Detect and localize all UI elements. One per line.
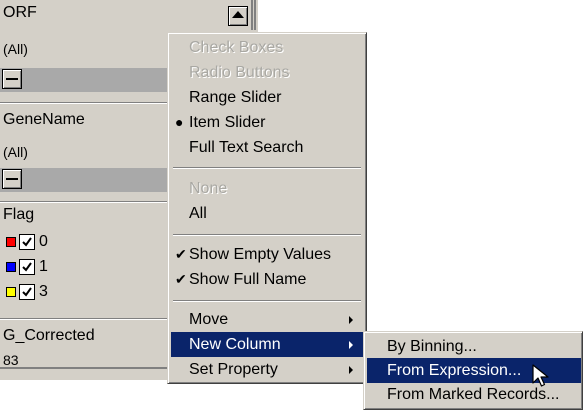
menu-item-range-slider[interactable]: Range Slider xyxy=(171,85,363,110)
menu-item-label: Check Boxes xyxy=(189,39,284,56)
menu-item-label: Set Property xyxy=(189,361,278,378)
checkmark-icon xyxy=(22,237,32,247)
menu-item-show-empty-values[interactable]: ✔ Show Empty Values xyxy=(171,242,363,267)
menu-separator xyxy=(173,300,361,302)
color-swatch xyxy=(6,262,16,272)
slider-thumb[interactable] xyxy=(2,69,22,89)
scroll-up-button[interactable] xyxy=(228,6,248,26)
menu-item-label: Move xyxy=(189,311,229,328)
orf-value: (All) xyxy=(3,41,28,57)
new-column-submenu: By Binning... From Expression... From Ma… xyxy=(363,331,583,410)
menu-item-label: Range Slider xyxy=(189,89,282,106)
g-corrected-label: G_Corrected xyxy=(3,327,95,344)
radio-bullet-icon: ● xyxy=(175,114,184,130)
menu-separator xyxy=(173,234,361,236)
flag-value: 3 xyxy=(39,283,48,300)
menu-item-label: None xyxy=(189,180,228,197)
color-swatch xyxy=(6,237,16,247)
checkbox[interactable] xyxy=(19,259,35,275)
g-corrected-min: 83 xyxy=(3,352,19,366)
checkmark-icon xyxy=(22,262,32,272)
color-swatch xyxy=(6,287,16,297)
menu-item-label: Show Full Name xyxy=(189,271,307,288)
checkbox[interactable] xyxy=(19,284,35,300)
mouse-cursor-icon xyxy=(532,364,549,387)
menu-item-new-column[interactable]: New Column xyxy=(171,332,363,357)
checkbox[interactable] xyxy=(19,234,35,250)
menu-item-label: All xyxy=(189,205,207,222)
menu-item-all[interactable]: All xyxy=(171,201,363,226)
panel-scroll-edge xyxy=(254,0,256,30)
menu-item-label: New Column xyxy=(189,336,281,353)
menu-item-item-slider[interactable]: ● Item Slider xyxy=(171,110,363,135)
submenu-arrow-icon xyxy=(349,366,353,374)
menu-item-none[interactable]: None xyxy=(171,176,363,201)
genename-label: GeneName xyxy=(3,111,85,128)
menu-item-label: Show Empty Values xyxy=(189,246,331,263)
panel-scroll-edge xyxy=(251,0,253,30)
menu-item-label: Full Text Search xyxy=(189,139,304,156)
menu-item-show-full-name[interactable]: ✔ Show Full Name xyxy=(171,267,363,292)
checkmark-icon xyxy=(22,287,32,297)
menu-item-label: Radio Buttons xyxy=(189,64,290,81)
flag-label: Flag xyxy=(3,206,35,223)
menu-item-label: From Expression... xyxy=(387,362,522,379)
submenu-arrow-icon xyxy=(349,341,353,349)
context-menu: Check Boxes Radio Buttons Range Slider ●… xyxy=(167,32,367,384)
flag-value: 1 xyxy=(39,258,48,275)
menu-item-label: Item Slider xyxy=(189,114,266,131)
menu-separator xyxy=(173,167,361,169)
menu-item-radio-buttons[interactable]: Radio Buttons xyxy=(171,60,363,85)
slider-thumb[interactable] xyxy=(2,169,22,189)
flag-value: 0 xyxy=(39,233,48,250)
menu-item-full-text-search[interactable]: Full Text Search xyxy=(171,135,363,160)
check-mark-icon: ✔ xyxy=(175,271,187,287)
menu-item-move[interactable]: Move xyxy=(171,307,363,332)
submenu-arrow-icon xyxy=(349,316,353,324)
menu-item-label: By Binning... xyxy=(387,338,477,355)
orf-label: ORF xyxy=(3,4,37,21)
submenu-item-by-binning[interactable]: By Binning... xyxy=(367,334,581,359)
arrow-up-icon xyxy=(232,11,244,18)
genename-value: (All) xyxy=(3,144,28,160)
menu-item-check-boxes[interactable]: Check Boxes xyxy=(171,35,363,60)
menu-item-set-property[interactable]: Set Property xyxy=(171,357,363,382)
check-mark-icon: ✔ xyxy=(175,246,187,262)
